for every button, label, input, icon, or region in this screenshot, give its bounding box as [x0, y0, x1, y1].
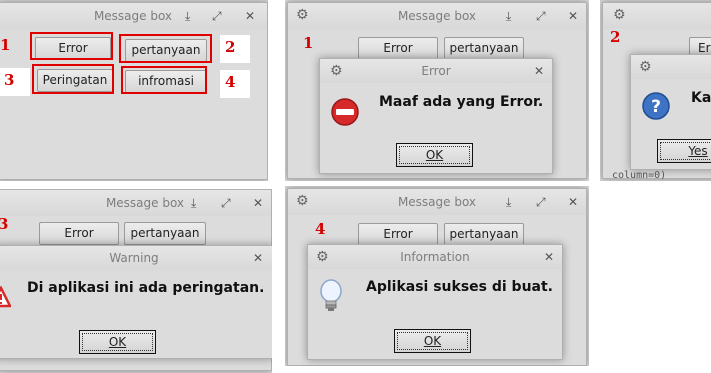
dialog-titlebar: ⚙	[631, 55, 711, 79]
ok-button[interactable]: OK	[396, 143, 473, 167]
dialog-titlebar: ⚙ Information ✕	[308, 245, 562, 269]
annotation-number-4: 4	[315, 220, 326, 238]
dialog-message: Di aplikasi ini ada peringatan.	[27, 280, 265, 296]
annotation-number-2: 2	[610, 28, 621, 46]
lightbulb-icon	[320, 279, 342, 311]
close-icon[interactable]: ✕	[568, 9, 578, 23]
gear-icon[interactable]: ⚙	[613, 8, 626, 22]
highlight-question	[119, 34, 212, 63]
close-icon[interactable]: ✕	[253, 196, 263, 210]
highlight-error	[30, 32, 113, 60]
dialog-message: Aplikasi sukses di buat.	[366, 279, 554, 295]
minimize-icon[interactable]: ⤓	[191, 196, 196, 210]
window-title: Message box	[93, 9, 173, 23]
error-icon	[331, 98, 359, 126]
annotation-number-1: 1	[0, 36, 11, 54]
minimize-icon[interactable]: ⤓	[506, 9, 511, 23]
annotation-number-1: 1	[303, 34, 314, 52]
dialog-message: Ka	[691, 90, 711, 106]
maximize-icon[interactable]: ⤢	[221, 196, 231, 210]
information-dialog: ⚙ Information ✕ Aplikasi sukses di buat.…	[307, 244, 563, 360]
titlebar: ⚙ Message box ⤓ ⤢ ✕	[288, 189, 586, 215]
maximize-icon[interactable]: ⤢	[212, 9, 222, 23]
window-title: Message box	[105, 196, 185, 210]
error-button[interactable]: Error	[39, 222, 119, 245]
ok-button[interactable]: OK	[394, 329, 471, 353]
code-snippet: column=0)	[612, 170, 667, 181]
highlight-info	[121, 66, 207, 94]
yes-button[interactable]: Yes	[657, 139, 711, 163]
ok-button[interactable]: OK	[79, 330, 156, 354]
svg-text:?: ?	[651, 97, 661, 117]
annotation-number-3: 3	[0, 68, 30, 96]
dialog-titlebar: Warning ✕	[0, 246, 272, 270]
maximize-icon[interactable]: ⤢	[536, 195, 546, 209]
close-icon[interactable]: ✕	[568, 195, 578, 209]
maximize-icon[interactable]: ⤢	[536, 9, 546, 23]
annotation-number-3: 3	[0, 215, 9, 233]
close-icon[interactable]: ✕	[534, 64, 544, 78]
dialog-title: Warning	[109, 251, 159, 265]
titlebar: ⚙ Message box ⤓ ⤢ ✕	[288, 3, 586, 29]
close-icon[interactable]: ✕	[245, 9, 255, 23]
warning-dialog: Warning ✕ Di aplikasi ini ada peringatan…	[0, 245, 272, 359]
gear-icon[interactable]: ⚙	[639, 60, 652, 74]
titlebar: Message box ⤓ ⤢ ✕	[0, 190, 271, 216]
dialog-message: Maaf ada yang Error.	[379, 94, 544, 110]
annotation-number-2: 2	[220, 35, 250, 63]
annotation-number-4: 4	[220, 70, 250, 98]
error-button[interactable]: Error	[358, 37, 438, 60]
question-icon: ?	[642, 92, 670, 120]
panel-question-dialog: ⚙ Ern 2 ⚙ ? Ka Yes column=0)	[600, 0, 711, 181]
highlight-warning	[32, 64, 114, 94]
question-button[interactable]: pertanyaan	[444, 37, 524, 60]
error-button[interactable]: Error	[358, 223, 438, 246]
titlebar: ⚙	[603, 3, 711, 29]
panel-information-dialog: ⚙ Message box ⤓ ⤢ ✕ Error pertanyaan 4 ⚙…	[285, 186, 589, 366]
question-button[interactable]: pertanyaan	[444, 223, 524, 246]
minimize-icon[interactable]: ⤓	[185, 9, 190, 23]
dialog-title: Information	[400, 250, 470, 264]
error-dialog: ⚙ Error ✕ Maaf ada yang Error. OK	[319, 58, 553, 174]
close-icon[interactable]: ✕	[544, 250, 554, 264]
warning-icon	[0, 286, 11, 308]
panel-main-window: Message box ⤓ ⤢ ✕ Error pertanyaan Perin…	[0, 0, 268, 181]
close-icon[interactable]: ✕	[253, 251, 263, 265]
question-button[interactable]: pertanyaan	[124, 222, 206, 245]
dialog-title: Error	[421, 64, 451, 78]
question-dialog: ⚙ ? Ka Yes	[630, 54, 711, 170]
titlebar: Message box ⤓ ⤢ ✕	[0, 3, 267, 29]
minimize-icon[interactable]: ⤓	[506, 195, 511, 209]
panel-warning-dialog: Message box ⤓ ⤢ ✕ Error pertanyaan 3 War…	[0, 189, 272, 373]
panel-error-dialog: ⚙ Message box ⤓ ⤢ ✕ Error pertanyaan 1 ⚙…	[285, 0, 589, 181]
dialog-titlebar: ⚙ Error ✕	[320, 59, 552, 83]
